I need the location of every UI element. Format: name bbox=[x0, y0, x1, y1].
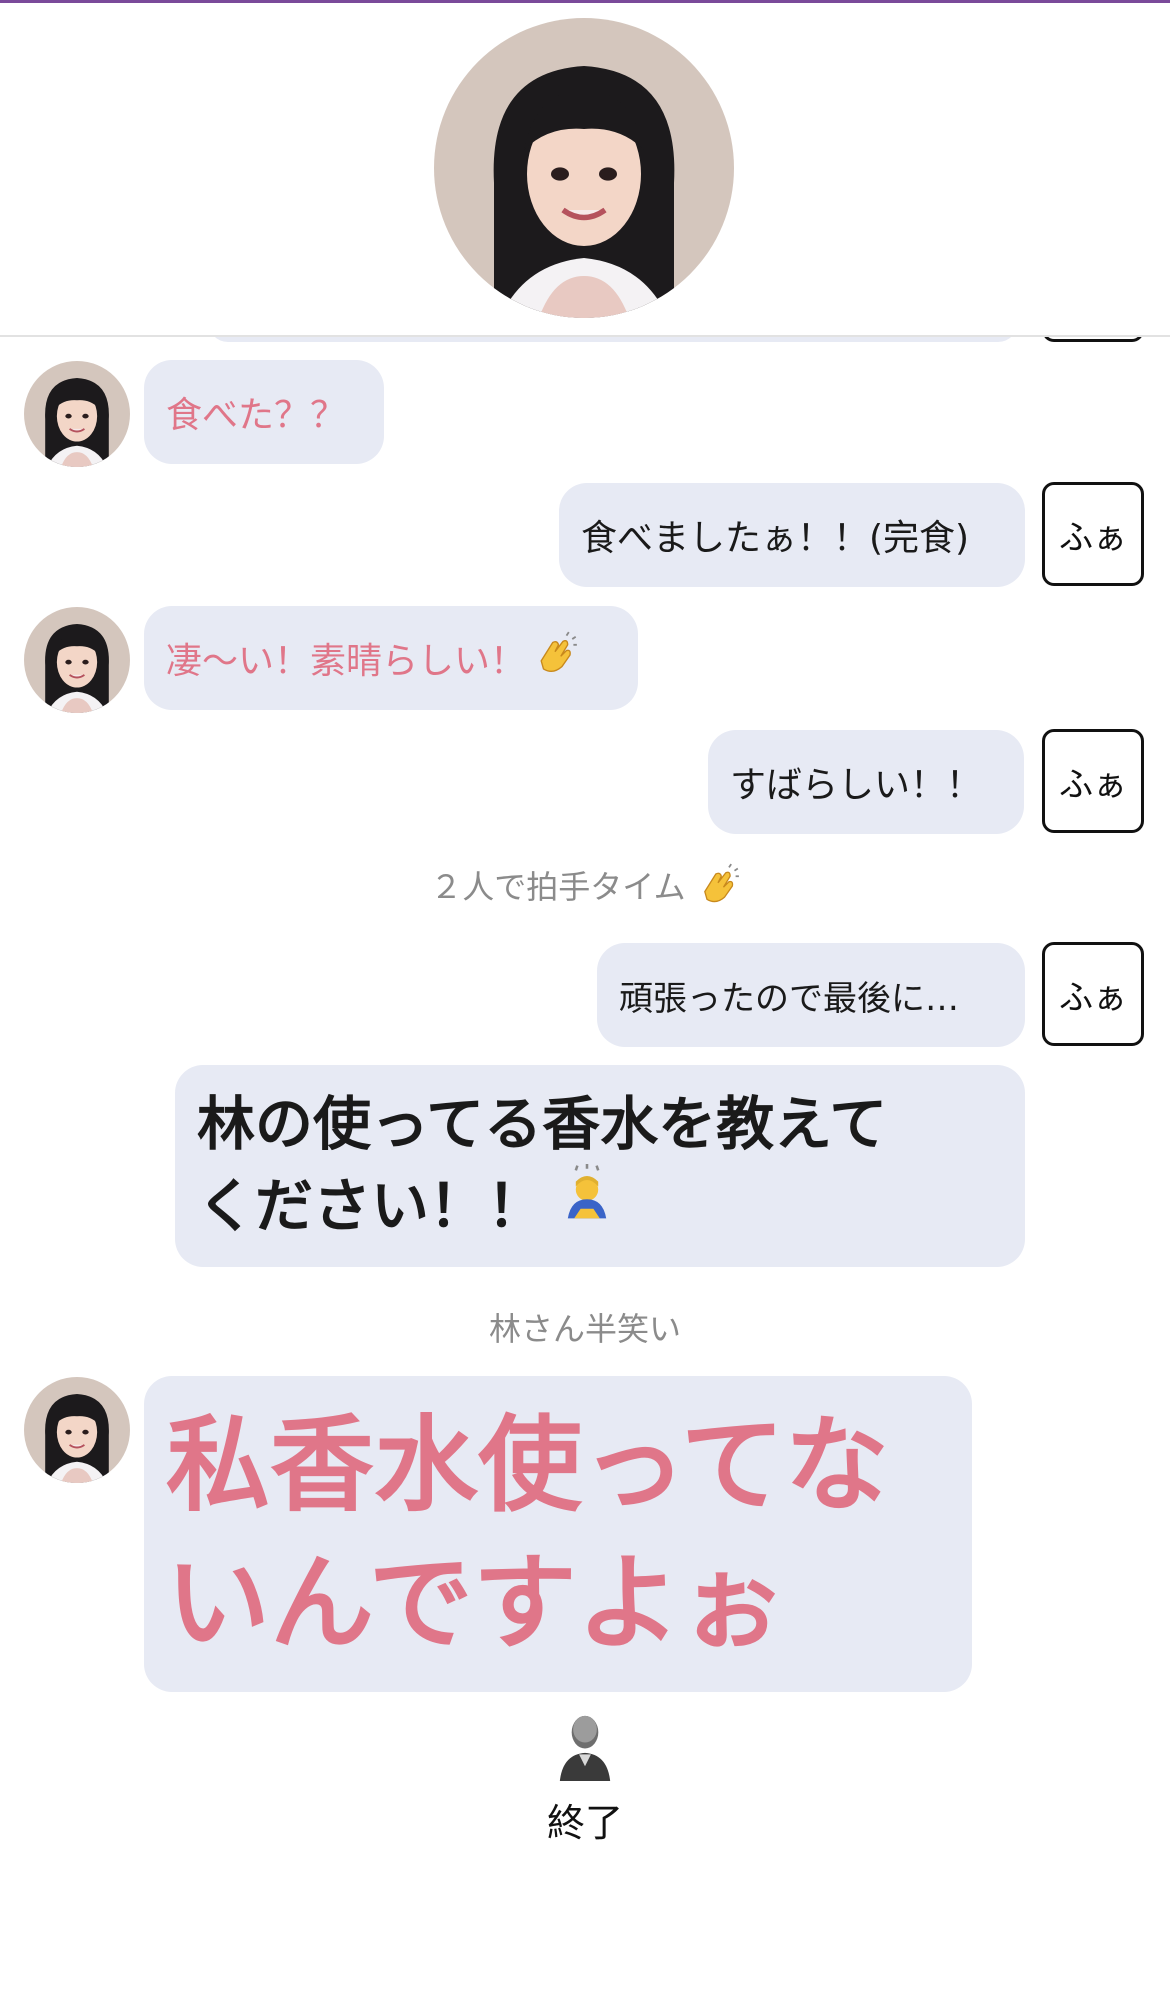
message-text: 食べた？？ bbox=[166, 395, 347, 436]
talent-message-bubble-large: 私香水使ってな いんですよぉ bbox=[144, 1376, 972, 1692]
talent-message-bubble: 凄〜い！素晴らしい！ bbox=[144, 606, 638, 710]
user-badge[interactable]: ふぁ bbox=[1042, 942, 1144, 1046]
message-text-line-2: ください！！ bbox=[197, 1172, 546, 1240]
bowing-person-icon bbox=[555, 1164, 619, 1248]
message-text: 食べましたぁ！！(完食) bbox=[581, 518, 970, 559]
fan-message-bubble-large: 林の使ってる香水を教えて ください！！ bbox=[175, 1065, 1025, 1267]
talent-message-bubble: 食べた？？ bbox=[144, 360, 384, 464]
header bbox=[0, 3, 1170, 337]
talent-avatar-large[interactable] bbox=[434, 18, 734, 318]
end-marker: 終了 bbox=[0, 1710, 1170, 1847]
portrait-avatar bbox=[24, 607, 130, 713]
user-badge[interactable]: ふぁ bbox=[1042, 729, 1144, 833]
clapping-hands-icon bbox=[696, 863, 740, 915]
person-silhouette-icon bbox=[555, 1710, 615, 1788]
end-label: 終了 bbox=[546, 1801, 623, 1845]
fan-message-bubble: 頑張ったので最後に… bbox=[597, 943, 1025, 1047]
user-badge[interactable]: ふぁ bbox=[1042, 482, 1144, 586]
talent-avatar bbox=[24, 1377, 130, 1483]
message-text: 頑張ったので最後に… bbox=[619, 978, 959, 1019]
portrait-avatar bbox=[24, 361, 130, 467]
narration-note: 林さん半笑い bbox=[0, 1304, 1170, 1350]
fan-message-bubble: 食べましたぁ！！(完食) bbox=[559, 483, 1025, 587]
note-text: ２人で拍手タイム bbox=[430, 868, 686, 906]
message-text-line: ください！！ bbox=[197, 1164, 887, 1248]
fan-message-bubble: すばらしい！！ bbox=[708, 730, 1024, 834]
message-text: 凄〜い！素晴らしい！ bbox=[166, 641, 527, 682]
clapping-hands-icon bbox=[532, 631, 578, 686]
message-text-line: 私香水使ってな bbox=[166, 1404, 889, 1526]
talent-avatar bbox=[24, 607, 130, 713]
narration-note: ２人で拍手タイム bbox=[0, 862, 1170, 915]
note-text: 林さん半笑い bbox=[488, 1310, 681, 1348]
message-text-line: いんですよぉ bbox=[166, 1542, 785, 1664]
portrait-avatar bbox=[434, 18, 734, 318]
portrait-avatar bbox=[24, 1377, 130, 1483]
talent-avatar bbox=[24, 361, 130, 467]
message-text: すばらしい！！ bbox=[730, 765, 983, 806]
message-text-line: 林の使ってる香水を教えて bbox=[197, 1090, 888, 1158]
